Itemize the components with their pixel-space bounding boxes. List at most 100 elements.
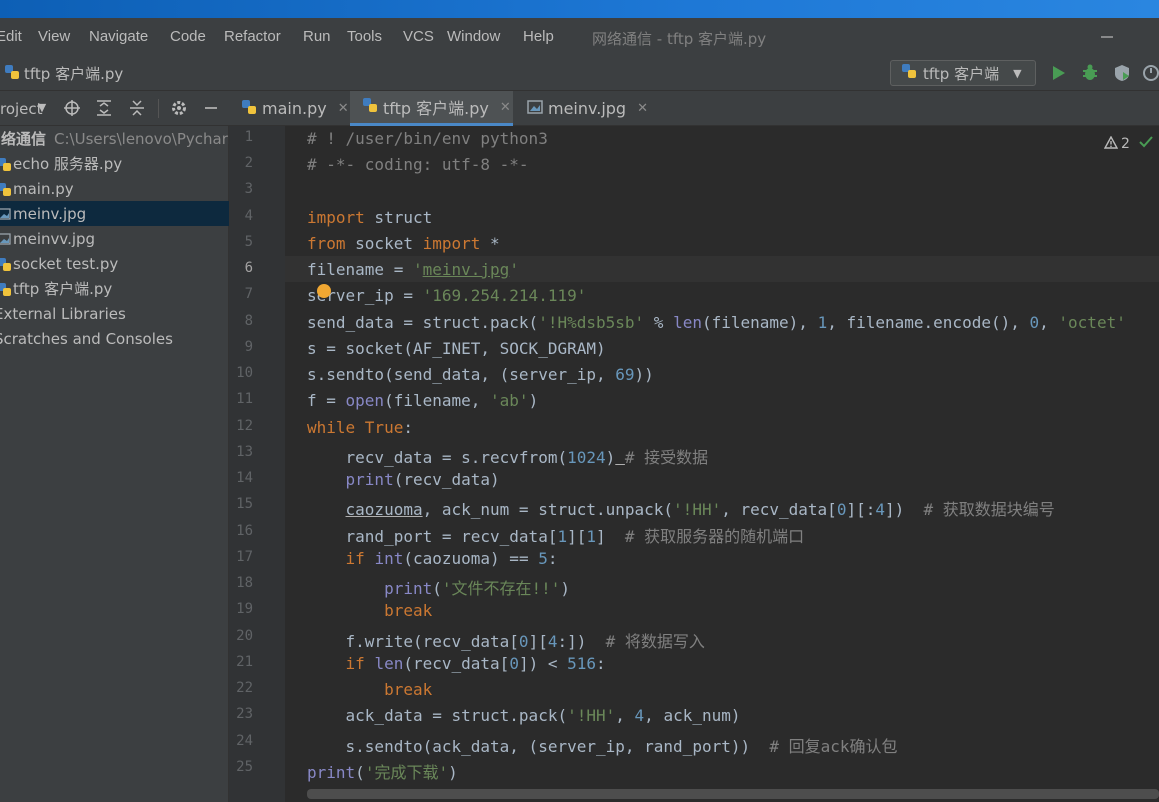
minimize-icon[interactable] (1100, 26, 1116, 46)
tree-item-label: meinv.jpg (13, 204, 87, 223)
check-icon (1139, 135, 1153, 153)
run-icon[interactable] (1049, 63, 1069, 83)
tab-label: main.py (262, 99, 327, 118)
python-file-icon (0, 181, 13, 197)
tree-item-socket-test[interactable]: socket test.py (0, 251, 229, 276)
menu-vcs[interactable]: VCS (403, 28, 434, 45)
line-number: 10 (236, 365, 253, 381)
menu-navigate[interactable]: Navigate (89, 28, 148, 45)
line-number: 7 (244, 286, 253, 302)
debug-icon[interactable] (1080, 63, 1100, 83)
line-number: 22 (236, 680, 253, 696)
line-number: 12 (236, 418, 253, 434)
tree-root[interactable]: 网络通信 C:\Users\lenovo\Pycharm (0, 126, 242, 151)
tab-tftp-client[interactable]: tftp 客户端.py ✕ (350, 91, 513, 126)
close-icon[interactable]: ✕ (500, 100, 511, 115)
code-line-10: s.sendto(send_data, (server_ip, 69)) (307, 365, 654, 384)
tab-meinv-jpg[interactable]: meinv.jpg ✕ (515, 91, 648, 126)
code-line-12: while True: (307, 418, 413, 437)
tree-item-label: meinvv.jpg (13, 229, 96, 248)
settings-icon[interactable] (170, 99, 188, 117)
line-number: 19 (236, 601, 253, 617)
menu-bar: Edit View Navigate Code Refactor Run Too… (0, 18, 1159, 56)
profile-icon[interactable] (1142, 63, 1159, 83)
python-config-icon (901, 63, 917, 83)
menu-code[interactable]: Code (170, 28, 206, 45)
image-file-icon (0, 206, 13, 222)
menu-run[interactable]: Run (303, 28, 331, 45)
tree-item-scratches[interactable]: Scratches and Consoles (0, 326, 229, 351)
python-file-icon (4, 64, 20, 84)
line-number: 15 (236, 496, 253, 512)
inspection-count: 2 (1121, 136, 1130, 152)
python-file-icon (0, 156, 13, 172)
menu-help[interactable]: Help (523, 28, 554, 45)
line-number: 24 (236, 733, 253, 749)
tree-item-meinvv-jpg[interactable]: meinvv.jpg (0, 226, 229, 251)
code-line-6: filename = 'meinv.jpg' (307, 260, 519, 279)
code-line-1: # ! /user/bin/env python3 (307, 129, 548, 148)
code-line-22: break (384, 680, 433, 699)
project-tool-header: roject ▼ (0, 91, 229, 126)
tab-label: tftp 客户端.py (383, 99, 489, 118)
chevron-down-icon: ▼ (1013, 66, 1022, 80)
menu-edit[interactable]: Edit (0, 28, 22, 45)
close-icon[interactable]: ✕ (338, 101, 349, 116)
line-number: 20 (236, 628, 253, 644)
code-line-2: # -*- coding: utf-8 -*- (307, 155, 529, 174)
tab-main-py[interactable]: main.py ✕ (229, 91, 349, 126)
menu-window[interactable]: Window (447, 28, 500, 45)
tree-item-label: main.py (13, 179, 74, 198)
code-line-23: ack_data = struct.pack('!HH', 4, ack_num… (307, 706, 741, 725)
tree-root-name: 网络通信 (0, 130, 47, 148)
code-line-11: f = open(filename, 'ab') (307, 391, 539, 410)
chevron-down-icon[interactable]: ▼ (33, 99, 51, 117)
tree-item-tftp-client[interactable]: tftp 客户端.py (0, 276, 229, 301)
breadcrumb-file-label: tftp 客户端.py (24, 65, 124, 83)
line-number: 17 (236, 549, 253, 565)
toolbar-divider (158, 99, 159, 118)
line-number: 16 (236, 523, 253, 539)
inspection-widget[interactable]: 2 (1103, 135, 1153, 153)
code-line-9: s = socket(AF_INET, SOCK_DGRAM) (307, 339, 606, 358)
line-number: 23 (236, 706, 253, 722)
line-number: 8 (244, 313, 253, 329)
tree-item-label: echo 服务器.py (13, 155, 123, 173)
code-line-15: caozuoma, ack_num = struct.unpack('!HH',… (345, 500, 1055, 519)
image-file-icon (0, 231, 13, 247)
intention-bulb-icon[interactable] (317, 284, 331, 298)
horizontal-scrollbar[interactable] (307, 789, 1159, 799)
tree-item-echo-server[interactable]: echo 服务器.py (0, 151, 229, 176)
menu-view[interactable]: View (38, 28, 70, 45)
line-number: 13 (236, 444, 253, 460)
hide-icon[interactable] (202, 99, 220, 117)
os-titlebar-strip (0, 0, 1159, 18)
tree-item-label: socket test.py (13, 254, 119, 273)
tree-item-label: tftp 客户端.py (13, 280, 113, 298)
code-line-24: s.sendto(ack_data, (server_ip, rand_port… (307, 737, 898, 756)
tab-label: meinv.jpg (548, 99, 627, 118)
breadcrumb[interactable]: tftp 客户端.py (4, 63, 123, 84)
line-number: 6 (244, 260, 253, 276)
window-title: 网络通信 - tftp 客户端.py (592, 30, 767, 48)
navigation-bar: tftp 客户端.py tftp 客户端 ▼ (0, 56, 1159, 91)
expand-all-icon[interactable] (95, 99, 113, 117)
editor-tab-bar: roject ▼ main.py ✕ tftp 客户端.py ✕ meinv.j… (0, 91, 1159, 126)
run-configuration-select[interactable]: tftp 客户端 ▼ (890, 60, 1036, 86)
collapse-all-icon[interactable] (128, 99, 146, 117)
tree-item-external-libraries[interactable]: External Libraries (0, 301, 229, 326)
close-icon[interactable]: ✕ (637, 101, 648, 116)
code-line-7: server_ip = '169.254.214.119' (307, 286, 587, 305)
code-editor[interactable]: # ! /user/bin/env python3 # -*- coding: … (285, 126, 1159, 802)
python-file-icon (241, 99, 257, 119)
line-number: 4 (244, 208, 253, 224)
line-number: 5 (244, 234, 253, 250)
python-file-icon (0, 256, 13, 272)
locate-icon[interactable] (63, 99, 81, 117)
tree-item-meinv-jpg[interactable]: meinv.jpg (0, 201, 229, 226)
line-number: 9 (244, 339, 253, 355)
tree-item-main-py[interactable]: main.py (0, 176, 229, 201)
menu-refactor[interactable]: Refactor (224, 28, 281, 45)
menu-tools[interactable]: Tools (347, 28, 382, 45)
coverage-icon[interactable] (1112, 63, 1132, 83)
